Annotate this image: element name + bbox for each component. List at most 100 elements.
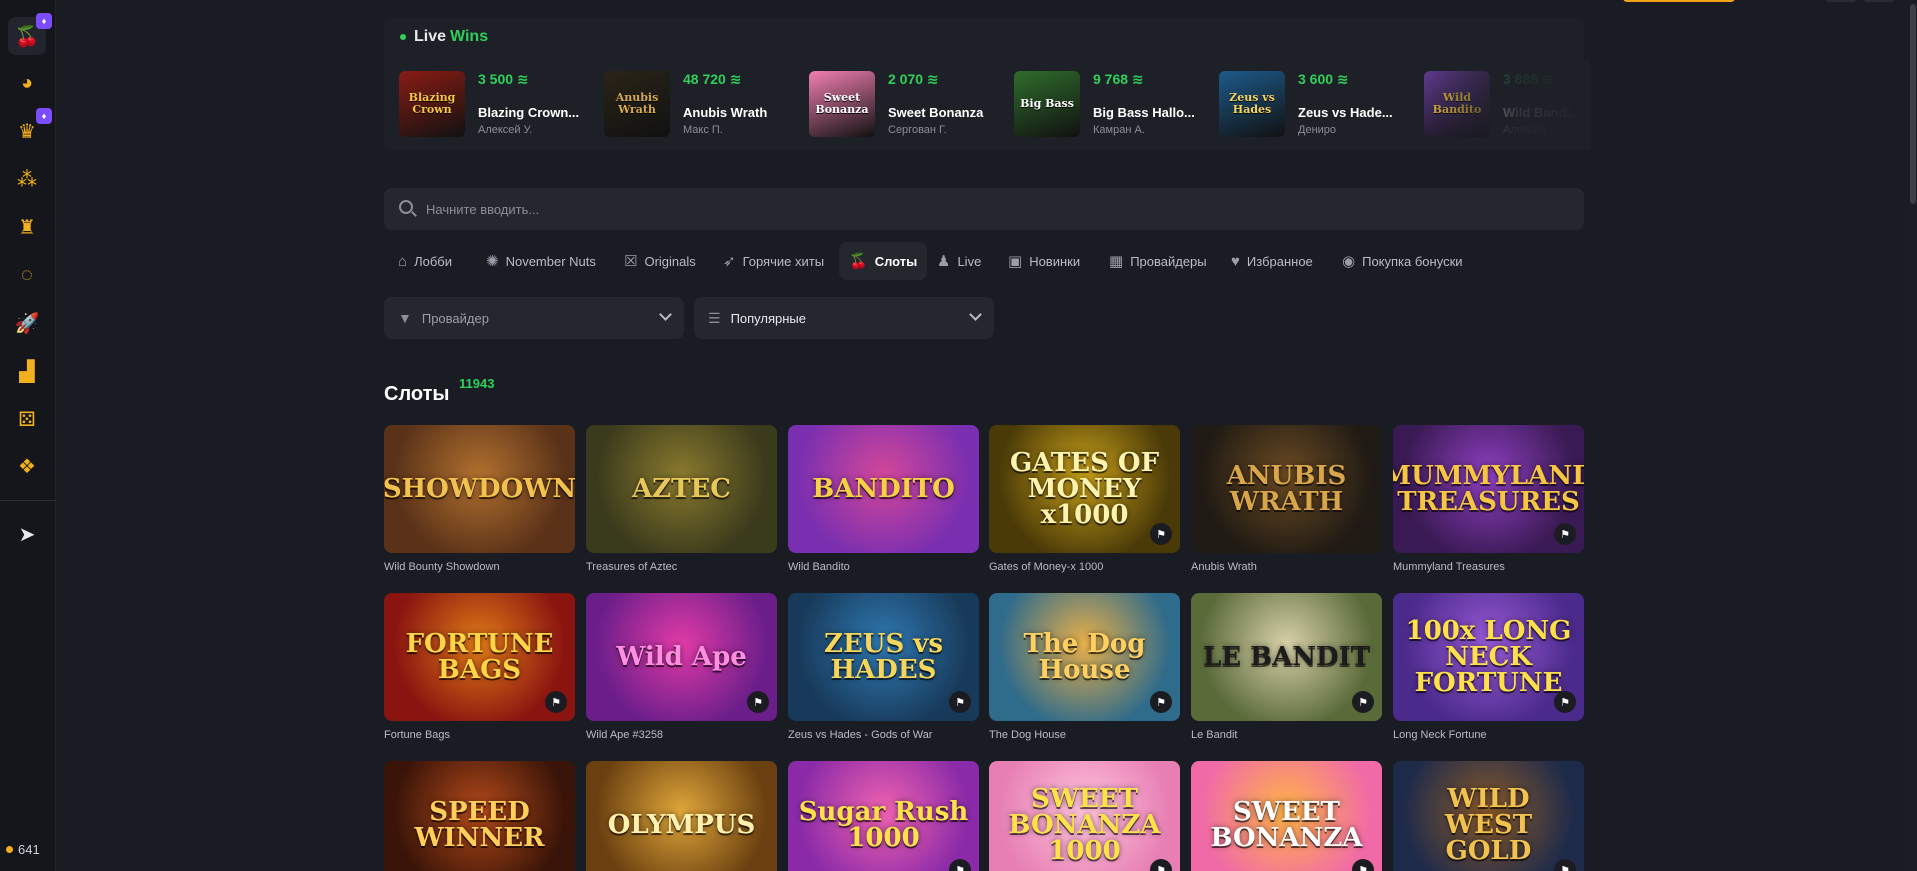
- sidebar-item-crown[interactable]: ♛ ♦: [8, 108, 52, 150]
- sort-select[interactable]: ☰ Популярные: [694, 297, 994, 339]
- game-name: Gates of Money-x 1000: [989, 561, 1104, 573]
- game-card[interactable]: 100x LONG NECK FORTUNE ⚑ Long Neck Fortune: [1393, 593, 1584, 741]
- live-win-item[interactable]: Sweet Bonanza 2 070 ≋ Sweet Bonanza Сергова…: [809, 71, 1009, 137]
- tab-7[interactable]: ▦ Провайдеры: [1099, 242, 1217, 280]
- game-card[interactable]: AZTEC Treasures of Aztec: [586, 425, 777, 573]
- win-game-name: Anubis Wrath: [683, 105, 768, 120]
- tab-5[interactable]: ♟ Live: [927, 242, 991, 280]
- win-game-name: Big Bass Hallo...: [1093, 105, 1195, 120]
- tab-label: Новинки: [1029, 253, 1081, 269]
- game-cover[interactable]: The Dog House ⚑: [989, 593, 1180, 721]
- provider-select[interactable]: ▼ Провайдер: [384, 297, 684, 339]
- provider-flag-icon: ⚑: [1352, 859, 1374, 871]
- game-cover[interactable]: 100x LONG NECK FORTUNE ⚑: [1393, 593, 1584, 721]
- tab-1[interactable]: ✺ November Nuts: [476, 242, 606, 280]
- game-cover[interactable]: WILD WEST GOLD ⚑: [1393, 761, 1584, 871]
- provider-flag-icon: ⚑: [1150, 523, 1172, 545]
- sidebar-item-coins-stack[interactable]: ⁂: [8, 160, 46, 198]
- sort-icon: ☰: [708, 309, 721, 326]
- game-cover[interactable]: FORTUNE BAGS ⚑: [384, 593, 575, 721]
- game-card[interactable]: BANDITO Wild Bandito: [788, 425, 979, 573]
- live-win-item[interactable]: Anubis Wrath 48 720 ≋ Anubis Wrath Макс П.: [604, 71, 804, 137]
- game-cover[interactable]: SWEET BONANZA ⚑: [1191, 761, 1382, 871]
- sidebar-item-wheel[interactable]: ◌: [8, 256, 46, 294]
- game-cover-art: SHOWDOWN: [384, 474, 575, 504]
- live-win-item[interactable]: Big Bass 9 768 ≋ Big Bass Hallo... Камран А…: [1014, 71, 1214, 137]
- live-win-item[interactable]: Zeus vs Hades 3 600 ≋ Zeus vs Hade... Денир…: [1219, 71, 1419, 137]
- scroll-thumb[interactable]: [1910, 4, 1916, 204]
- deposit-button[interactable]: [1623, 0, 1735, 2]
- sidebar-item-dice[interactable]: ⚄: [8, 400, 46, 438]
- sidebar-item-rocket[interactable]: 🚀: [8, 304, 46, 342]
- game-name: Zeus vs Hades - Gods of War: [788, 729, 933, 741]
- game-card[interactable]: ANUBIS WRATH Anubis Wrath: [1191, 425, 1382, 573]
- provider-flag-icon: ⚑: [1554, 691, 1576, 713]
- game-thumbnail: Big Bass: [1014, 71, 1080, 137]
- sidebar-item-cherries[interactable]: 🍒 ♦: [8, 13, 52, 55]
- game-cover[interactable]: ANUBIS WRATH: [1191, 425, 1382, 553]
- game-card[interactable]: MUMMYLAND TREASURES ⚑ Mummyland Treasures: [1393, 425, 1584, 573]
- game-card[interactable]: ZEUS vs HADES ⚑ Zeus vs Hades - Gods of Wa…: [788, 593, 979, 741]
- section-title: Слоты: [384, 383, 450, 405]
- thumbnail-art: Anubis Wrath: [615, 91, 659, 116]
- game-thumbnail: Anubis Wrath: [604, 71, 670, 137]
- tab-9[interactable]: ◉ Покупка бонуски: [1332, 242, 1473, 280]
- sidebar-item-chess-rook[interactable]: ♜: [8, 208, 46, 246]
- game-cover[interactable]: LE BANDIT ⚑: [1191, 593, 1382, 721]
- sidebar-item-chart[interactable]: ▟: [8, 352, 46, 390]
- tab-8[interactable]: ♥ Избранное: [1221, 242, 1323, 280]
- game-cover[interactable]: Wild Ape ⚑: [586, 593, 777, 721]
- game-card[interactable]: SPEED WINNERSpeed Winner: [384, 761, 575, 871]
- win-game-name: Zeus vs Hade...: [1298, 105, 1393, 120]
- win-game-name: Sweet Bonanza: [888, 105, 984, 120]
- provider-flag-icon: ⚑: [949, 691, 971, 713]
- provider-flag-icon: ⚑: [949, 859, 971, 871]
- game-cover[interactable]: OLYMPUS: [586, 761, 777, 871]
- game-cover[interactable]: ZEUS vs HADES ⚑: [788, 593, 979, 721]
- ball-icon: ◕: [20, 71, 34, 94]
- game-card[interactable]: OLYMPUSGates of Olympus Super Scatter: [586, 761, 777, 871]
- sidebar-item-ball[interactable]: ◕: [8, 64, 46, 102]
- header-button[interactable]: [1864, 0, 1894, 2]
- game-cover[interactable]: GATES OF MONEY x1000 ⚑: [989, 425, 1180, 553]
- tab-0[interactable]: ⌂ Лобби: [388, 242, 462, 280]
- game-name: Wild Bandito: [788, 561, 850, 573]
- scrollbar[interactable]: [1909, 0, 1917, 871]
- telegram-icon[interactable]: ➤: [8, 515, 46, 553]
- game-card[interactable]: Sugar Rush 1000 ⚑Sugar Rush 1000: [788, 761, 979, 871]
- tab-label: Покупка бонуски: [1362, 253, 1463, 269]
- game-card[interactable]: WILD WEST GOLD⚑Wild West Gold: [1393, 761, 1584, 871]
- live-dot-icon: [400, 34, 406, 40]
- search-input[interactable]: Начните вводить...: [384, 188, 1584, 230]
- game-card[interactable]: SWEET BONANZA 1000⚑Sweet Bonanza 1000: [989, 761, 1180, 871]
- header-button[interactable]: [1826, 0, 1856, 2]
- balance[interactable]: 641: [6, 842, 40, 857]
- game-card[interactable]: LE BANDIT ⚑ Le Bandit: [1191, 593, 1382, 741]
- game-card[interactable]: Wild Ape ⚑ Wild Ape #3258: [586, 593, 777, 741]
- game-cover-art: The Dog House: [1023, 629, 1146, 685]
- tab-4[interactable]: 🍒 Слоты: [839, 242, 928, 280]
- game-card[interactable]: SHOWDOWN Wild Bounty Showdown: [384, 425, 575, 573]
- game-thumbnail: Sweet Bonanza: [809, 71, 875, 137]
- game-cover[interactable]: AZTEC: [586, 425, 777, 553]
- game-card[interactable]: SWEET BONANZA⚑Sweet Bonanza Super Scatte…: [1191, 761, 1382, 871]
- sidebar-item-puzzle[interactable]: ❖: [8, 447, 46, 485]
- game-cover[interactable]: Sugar Rush 1000 ⚑: [788, 761, 979, 871]
- tab-icon: ⌂: [398, 252, 408, 270]
- tab-6[interactable]: ▣ Новинки: [998, 242, 1090, 280]
- live-win-item[interactable]: Blazing Crown 3 500 ≋ Blazing Crown... Алек…: [399, 71, 599, 137]
- wins-label: Wins: [450, 28, 489, 45]
- tab-2[interactable]: ☒ Originals: [614, 242, 706, 280]
- tab-3[interactable]: ➶ Горячие хиты: [713, 242, 834, 280]
- game-cover[interactable]: SWEET BONANZA 1000 ⚑: [989, 761, 1180, 871]
- game-card[interactable]: FORTUNE BAGS ⚑ Fortune Bags: [384, 593, 575, 741]
- thumbnail-art: Blazing Crown: [408, 91, 456, 116]
- game-cover[interactable]: MUMMYLAND TREASURES ⚑: [1393, 425, 1584, 553]
- game-card[interactable]: GATES OF MONEY x1000 ⚑ Gates of Money-x 10…: [989, 425, 1180, 573]
- game-cover[interactable]: SPEED WINNER: [384, 761, 575, 871]
- game-cover[interactable]: BANDITO: [788, 425, 979, 553]
- game-card[interactable]: The Dog House ⚑ The Dog House: [989, 593, 1180, 741]
- tab-label: Лобби: [414, 253, 452, 269]
- game-cover-art: OLYMPUS: [607, 810, 756, 840]
- game-cover[interactable]: SHOWDOWN: [384, 425, 575, 553]
